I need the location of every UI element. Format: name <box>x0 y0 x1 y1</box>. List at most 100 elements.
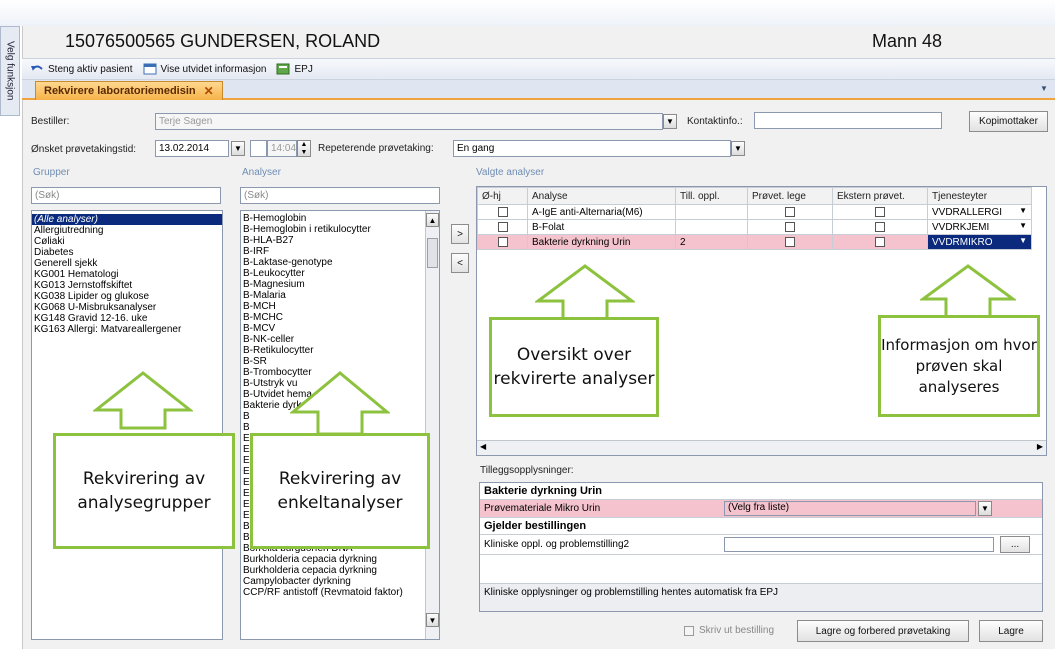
repeat-dropdown-chevron-icon[interactable]: ▼ <box>731 141 745 156</box>
list-item[interactable]: Campylobacter dyrkning <box>241 576 439 587</box>
grupper-list[interactable]: (Alle analyser) Allergiutredning Cøliaki Di… <box>31 210 223 640</box>
prepare-button[interactable]: Lagre og forbered prøvetaking <box>797 620 969 642</box>
ohj-checkbox[interactable] <box>497 206 508 217</box>
provet-lege-checkbox[interactable] <box>785 206 795 217</box>
list-item[interactable]: KG068 U-Misbruksanalyser <box>32 302 222 313</box>
scroll-left-chevron-icon[interactable]: ◀ <box>480 442 486 451</box>
list-item[interactable]: B-Retikulocytter <box>241 345 439 356</box>
time-checkbox[interactable] <box>250 140 267 157</box>
tjeneste-cell[interactable]: VVDRKJEMI <box>932 222 989 233</box>
col-till-oppl[interactable]: Till. oppl. <box>675 187 748 205</box>
grupper-search-input[interactable]: (Søk) <box>31 187 221 204</box>
tillegg-row-provemateriale[interactable]: Prøvemateriale Mikro Urin (Velg fra list… <box>480 500 1042 518</box>
print-checkbox[interactable] <box>684 626 694 636</box>
list-item[interactable]: KG038 Lipider og glukose <box>32 291 222 302</box>
tjeneste-dropdown-chevron-icon[interactable]: ▼ <box>1019 236 1027 245</box>
extended-info-button[interactable]: Vise utvidet informasjon <box>143 63 266 75</box>
tjeneste-cell[interactable]: VVDRALLERGI <box>932 207 1002 218</box>
bestiller-field[interactable]: Terje Sagen <box>155 113 663 130</box>
provemateriale-dropdown-chevron-icon[interactable]: ▼ <box>978 501 992 516</box>
bestiller-dropdown-chevron-icon[interactable]: ▼ <box>663 114 677 129</box>
date-input[interactable]: 13.02.2014 <box>155 140 229 157</box>
scroll-down-chevron-icon[interactable]: ▼ <box>426 613 439 627</box>
list-item[interactable]: Bakterie dyrkning <box>241 400 439 411</box>
list-item[interactable]: Burkholderia cepacia dyrkning <box>241 554 439 565</box>
list-item[interactable]: B-Leukocytter <box>241 268 439 279</box>
ohj-checkbox[interactable] <box>497 236 508 247</box>
provet-lege-checkbox[interactable] <box>785 236 795 247</box>
side-function-tab[interactable]: Velg funksjon <box>0 26 20 116</box>
list-item[interactable]: B <box>241 422 439 433</box>
remove-analysis-button[interactable]: < <box>451 253 469 273</box>
list-item[interactable]: B-Magnesium <box>241 279 439 290</box>
ohj-checkbox[interactable] <box>497 221 508 232</box>
col-tjenesteyter[interactable]: Tjenesteyter <box>927 187 1032 205</box>
col-analyse[interactable]: Analyse <box>527 187 676 205</box>
callout-groups: Rekvirering av analysegrupper <box>53 433 235 549</box>
list-item[interactable]: KG013 Jernstoffskiftet <box>32 280 222 291</box>
list-item[interactable]: (Alle analyser) <box>32 214 222 225</box>
list-item[interactable]: B-HLA-B27 <box>241 235 439 246</box>
list-item[interactable]: B-Utvidet hema <box>241 389 439 400</box>
tillegg-row-kliniske[interactable]: Kliniske oppl. og problemstilling2 ... <box>480 535 1042 555</box>
list-item[interactable]: KG001 Hematologi <box>32 269 222 280</box>
analyser-scrollbar[interactable]: ▲ ▼ <box>425 211 439 639</box>
list-item[interactable]: B-Trombocytter <box>241 367 439 378</box>
time-spinner[interactable]: ▲ ▼ <box>297 140 311 157</box>
provet-lege-checkbox[interactable] <box>785 221 795 232</box>
time-input[interactable]: 14:04 <box>267 140 297 157</box>
table-row[interactable]: A-IgE anti-Alternaria(M6) VVDRALLERGI ▼ <box>477 204 1032 220</box>
list-item[interactable]: B-MCHC <box>241 312 439 323</box>
save-button[interactable]: Lagre <box>979 620 1043 642</box>
analyser-list[interactable]: B-Hemoglobin B-Hemoglobin i retikulocytte… <box>240 210 440 640</box>
add-analysis-button[interactable]: > <box>451 224 469 244</box>
list-item[interactable]: B-Laktase-genotype <box>241 257 439 268</box>
tjeneste-cell[interactable]: VVDRMIKRO <box>932 237 993 248</box>
list-item[interactable]: B-Utstryk vu <box>241 378 439 389</box>
list-item[interactable]: Generell sjekk <box>32 258 222 269</box>
epj-button[interactable]: EPJ <box>276 63 313 75</box>
tjeneste-dropdown-chevron-icon[interactable]: ▼ <box>1019 206 1027 215</box>
repeat-select[interactable]: En gang <box>453 140 731 157</box>
close-patient-button[interactable]: Steng aktiv pasient <box>30 63 133 75</box>
kontakt-input[interactable] <box>754 112 942 129</box>
ekstern-checkbox[interactable] <box>875 221 885 232</box>
list-item[interactable]: B-Hemoglobin i retikulocytter <box>241 224 439 235</box>
scroll-right-chevron-icon[interactable]: ▶ <box>1037 442 1043 451</box>
analyser-search-input[interactable]: (Søk) <box>240 187 440 204</box>
tjeneste-dropdown-chevron-icon[interactable]: ▼ <box>1019 221 1027 230</box>
kopimottaker-button[interactable]: Kopimottaker <box>969 111 1048 132</box>
list-item[interactable]: Allergiutredning <box>32 225 222 236</box>
col-ohj[interactable]: Ø-hj <box>477 187 528 205</box>
list-item[interactable]: CCP/RF antistoff (Revmatoid faktor) <box>241 587 439 598</box>
list-item[interactable]: B-Hemoglobin <box>241 213 439 224</box>
valgte-hscrollbar[interactable]: ◀ ▶ <box>477 440 1046 455</box>
list-item[interactable]: B <box>241 411 439 422</box>
col-ekstern-provet[interactable]: Ekstern prøvet. <box>832 187 928 205</box>
scroll-up-chevron-icon[interactable]: ▲ <box>426 213 439 227</box>
list-item[interactable]: B-Malaria <box>241 290 439 301</box>
col-provet-lege[interactable]: Prøvet. lege <box>747 187 833 205</box>
table-row-selected[interactable]: Bakterie dyrkning Urin 2 VVDRMIKRO ▼ <box>477 234 1032 250</box>
close-icon[interactable]: ✕ <box>204 84 214 98</box>
list-item[interactable]: B-SR <box>241 356 439 367</box>
tab-menu-chevron-icon[interactable]: ▼ <box>1040 84 1048 93</box>
kliniske-more-button[interactable]: ... <box>1000 536 1030 553</box>
list-item[interactable]: Cøliaki <box>32 236 222 247</box>
tab-rekvirere[interactable]: Rekvirere laboratoriemedisin ✕ <box>35 81 223 100</box>
table-row[interactable]: B-Folat VVDRKJEMI ▼ <box>477 219 1032 235</box>
ekstern-checkbox[interactable] <box>875 236 885 247</box>
list-item[interactable]: B-MCH <box>241 301 439 312</box>
kliniske-input[interactable] <box>724 537 994 552</box>
list-item[interactable]: Diabetes <box>32 247 222 258</box>
list-item[interactable]: B-IRF <box>241 246 439 257</box>
list-item[interactable]: B-MCV <box>241 323 439 334</box>
date-dropdown-chevron-icon[interactable]: ▼ <box>231 141 245 156</box>
scroll-thumb[interactable] <box>427 238 438 268</box>
provemateriale-select[interactable]: (Velg fra liste) <box>724 501 976 516</box>
list-item[interactable]: KG163 Allergi: Matvareallergener <box>32 324 222 335</box>
list-item[interactable]: B-NK-celler <box>241 334 439 345</box>
ekstern-checkbox[interactable] <box>875 206 885 217</box>
list-item[interactable]: Burkholderia cepacia dyrkning <box>241 565 439 576</box>
list-item[interactable]: KG148 Gravid 12-16. uke <box>32 313 222 324</box>
